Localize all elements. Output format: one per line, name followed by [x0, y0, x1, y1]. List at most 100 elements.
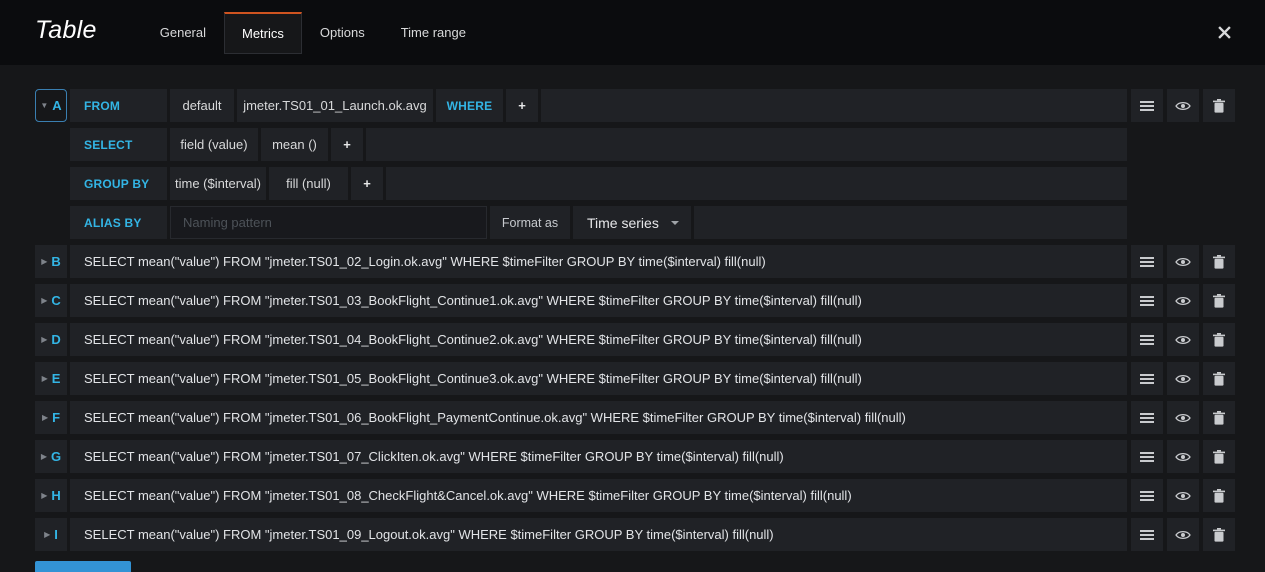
- eye-icon: [1175, 452, 1191, 461]
- query-letter-label: F: [52, 410, 61, 425]
- toggle-visibility-button[interactable]: [1167, 479, 1199, 512]
- query-collapse-toggle[interactable]: ▶ B: [35, 245, 67, 278]
- query-collapse-toggle[interactable]: ▶ E: [35, 362, 67, 395]
- add-query-button[interactable]: [35, 561, 131, 572]
- query-row-h: ▶ H SELECT mean("value") FROM "jmeter.TS…: [35, 479, 1235, 512]
- query-menu-button[interactable]: [1131, 323, 1163, 356]
- delete-query-button[interactable]: [1203, 323, 1235, 356]
- delete-query-button[interactable]: [1203, 479, 1235, 512]
- select-field-segment[interactable]: field (value): [170, 128, 258, 161]
- caret-down-icon: ▼: [40, 100, 49, 110]
- eye-icon: [1175, 374, 1191, 383]
- groupby-fill-segment[interactable]: fill (null): [269, 167, 348, 200]
- query-text[interactable]: SELECT mean("value") FROM "jmeter.TS01_0…: [70, 401, 1127, 434]
- trash-icon: [1213, 488, 1225, 503]
- query-menu-button[interactable]: [1131, 362, 1163, 395]
- query-text[interactable]: SELECT mean("value") FROM "jmeter.TS01_0…: [70, 245, 1127, 278]
- query-letter-label: C: [51, 293, 61, 308]
- query-collapse-toggle[interactable]: ▶ C: [35, 284, 67, 317]
- editor-header: Table General Metrics Options Time range: [0, 0, 1265, 65]
- query-a-collapse-toggle[interactable]: ▼ A: [35, 89, 67, 122]
- add-select-part-button[interactable]: +: [331, 128, 363, 161]
- row-filler: [541, 89, 1127, 122]
- query-row-d: ▶ D SELECT mean("value") FROM "jmeter.TS…: [35, 323, 1235, 356]
- caret-right-icon: ▶: [41, 256, 48, 266]
- query-collapse-toggle[interactable]: ▶ H: [35, 479, 67, 512]
- eye-icon: [1175, 257, 1191, 266]
- query-text[interactable]: SELECT mean("value") FROM "jmeter.TS01_0…: [70, 284, 1127, 317]
- measurement-segment[interactable]: jmeter.TS01_01_Launch.ok.avg: [237, 89, 433, 122]
- toggle-visibility-button[interactable]: [1167, 362, 1199, 395]
- editor-tabs: General Metrics Options Time range: [142, 0, 484, 65]
- query-collapse-toggle[interactable]: ▶ F: [35, 401, 67, 434]
- select-function-segment[interactable]: mean (): [261, 128, 328, 161]
- toggle-visibility-button[interactable]: [1167, 323, 1199, 356]
- trash-icon: [1213, 332, 1225, 347]
- query-text[interactable]: SELECT mean("value") FROM "jmeter.TS01_0…: [70, 323, 1127, 356]
- query-menu-button[interactable]: [1131, 401, 1163, 434]
- tab-general[interactable]: General: [142, 0, 224, 65]
- row-filler: [366, 128, 1127, 161]
- trash-icon: [1213, 527, 1225, 542]
- menu-icon: [1140, 373, 1154, 384]
- menu-icon: [1140, 334, 1154, 345]
- delete-query-button[interactable]: [1203, 245, 1235, 278]
- row-filler: [386, 167, 1127, 200]
- format-as-label: Format as: [490, 206, 570, 239]
- query-text[interactable]: SELECT mean("value") FROM "jmeter.TS01_0…: [70, 440, 1127, 473]
- query-menu-button[interactable]: [1131, 284, 1163, 317]
- query-menu-button[interactable]: [1131, 89, 1163, 122]
- toggle-visibility-button[interactable]: [1167, 284, 1199, 317]
- query-menu-button[interactable]: [1131, 479, 1163, 512]
- query-menu-button[interactable]: [1131, 518, 1163, 551]
- caret-right-icon: ▶: [44, 529, 51, 539]
- trash-icon: [1213, 371, 1225, 386]
- add-groupby-part-button[interactable]: +: [351, 167, 383, 200]
- query-text[interactable]: SELECT mean("value") FROM "jmeter.TS01_0…: [70, 518, 1127, 551]
- tab-time-range[interactable]: Time range: [383, 0, 484, 65]
- query-collapse-toggle[interactable]: ▶ D: [35, 323, 67, 356]
- toggle-visibility-button[interactable]: [1167, 401, 1199, 434]
- datasource-segment[interactable]: default: [170, 89, 234, 122]
- tab-metrics[interactable]: Metrics: [224, 11, 302, 54]
- close-editor-button[interactable]: [1214, 22, 1235, 43]
- toggle-visibility-button[interactable]: [1167, 518, 1199, 551]
- delete-query-button[interactable]: [1203, 89, 1235, 122]
- delete-query-button[interactable]: [1203, 401, 1235, 434]
- chevron-down-icon: [671, 220, 679, 225]
- add-where-condition-button[interactable]: +: [506, 89, 538, 122]
- delete-query-button[interactable]: [1203, 518, 1235, 551]
- caret-right-icon: ▶: [40, 451, 48, 461]
- query-text[interactable]: SELECT mean("value") FROM "jmeter.TS01_0…: [70, 362, 1127, 395]
- panel-title: Table: [35, 16, 97, 44]
- query-letter-label: D: [51, 332, 61, 347]
- eye-icon: [1175, 491, 1191, 500]
- delete-query-button[interactable]: [1203, 284, 1235, 317]
- caret-right-icon: ▶: [41, 334, 48, 344]
- caret-right-icon: ▶: [41, 373, 48, 383]
- format-as-select[interactable]: Time series: [573, 206, 691, 239]
- query-row-b: ▶ B SELECT mean("value") FROM "jmeter.TS…: [35, 245, 1235, 278]
- query-menu-button[interactable]: [1131, 440, 1163, 473]
- trash-icon: [1213, 293, 1225, 308]
- caret-right-icon: ▶: [41, 295, 48, 305]
- tab-options[interactable]: Options: [302, 0, 383, 65]
- groupby-time-segment[interactable]: time ($interval): [170, 167, 266, 200]
- query-a-groupby-row: GROUP BY time ($interval) fill (null) +: [70, 167, 1127, 200]
- toggle-visibility-button[interactable]: [1167, 245, 1199, 278]
- delete-query-button[interactable]: [1203, 362, 1235, 395]
- close-icon: [1218, 26, 1231, 39]
- menu-icon: [1140, 100, 1154, 111]
- delete-query-button[interactable]: [1203, 440, 1235, 473]
- query-collapse-toggle[interactable]: ▶ G: [35, 440, 67, 473]
- query-letter-label: A: [52, 98, 62, 113]
- query-collapse-toggle[interactable]: ▶ I: [35, 518, 67, 551]
- query-menu-button[interactable]: [1131, 245, 1163, 278]
- eye-icon: [1175, 413, 1191, 422]
- query-letter-label: I: [54, 527, 58, 542]
- query-text[interactable]: SELECT mean("value") FROM "jmeter.TS01_0…: [70, 479, 1127, 512]
- alias-input[interactable]: [170, 206, 487, 239]
- menu-icon: [1140, 295, 1154, 306]
- toggle-visibility-button[interactable]: [1167, 440, 1199, 473]
- toggle-visibility-button[interactable]: [1167, 89, 1199, 122]
